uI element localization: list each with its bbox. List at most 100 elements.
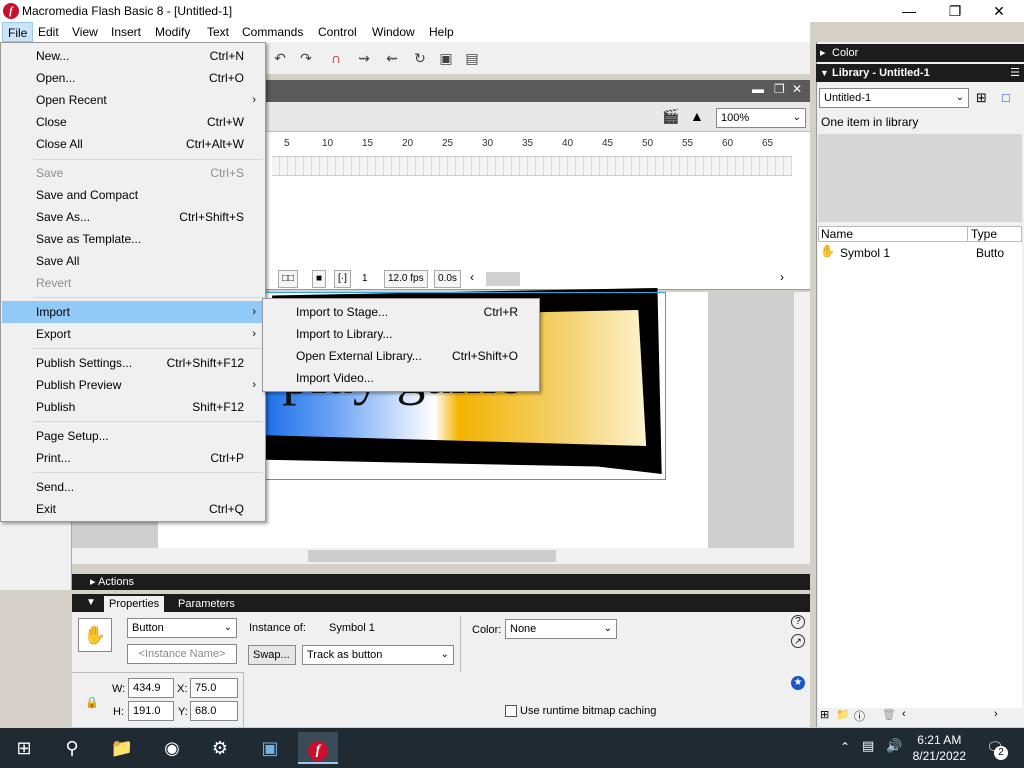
accessibility-icon[interactable]: ★ [791, 676, 805, 690]
smooth-icon[interactable]: ⇝ [354, 48, 374, 68]
settings-gear-icon[interactable]: ⚙ [200, 732, 240, 764]
align-icon[interactable]: ▤ [462, 48, 482, 68]
menu-control[interactable]: Control [313, 22, 362, 42]
search-icon[interactable]: ⚲ [52, 732, 92, 764]
stage-vscroll[interactable] [794, 292, 810, 548]
menu-commands[interactable]: Commands [237, 22, 308, 42]
chevron-up-icon[interactable]: ⌃ [840, 740, 850, 754]
list-item[interactable]: ✋ Symbol 1 Butto [818, 244, 1018, 262]
new-symbol-icon[interactable]: ⊞ [820, 708, 829, 721]
menu-window[interactable]: Window [367, 22, 420, 42]
menu-item-page-setup[interactable]: Page Setup... [2, 425, 264, 447]
menu-item-save-as-template[interactable]: Save as Template... [2, 228, 264, 250]
height-input[interactable]: 191.0 [128, 701, 174, 721]
help-icon[interactable]: ? [791, 615, 805, 629]
menu-item-send[interactable]: Send... [2, 476, 264, 498]
chrome-icon[interactable]: ◉ [152, 732, 192, 764]
menu-item-open[interactable]: Open... Ctrl+O [2, 67, 264, 89]
menu-item-save-all[interactable]: Save All [2, 250, 264, 272]
file-explorer-icon[interactable]: 📁 [102, 732, 142, 764]
scroll-right-icon[interactable]: › [994, 708, 998, 720]
panel-options-icon[interactable]: ☰ [1010, 64, 1020, 82]
library-document-select[interactable]: Untitled-1 ⌄ [819, 88, 969, 108]
onion-skin-icon[interactable]: ■ [312, 270, 327, 288]
menu-item-publish-preview[interactable]: Publish Preview › [2, 374, 264, 396]
menu-item-close-all[interactable]: Close All Ctrl+Alt+W [2, 133, 264, 155]
rotate-icon[interactable]: ↻ [410, 48, 430, 68]
zoom-select[interactable]: 100% ⌄ [716, 108, 806, 128]
track-select[interactable]: Track as button ⌄ [302, 645, 454, 665]
edit-in-place-icon[interactable]: ↗ [791, 634, 805, 648]
system-clock[interactable]: 6:21 AM 8/21/2022 [913, 732, 966, 764]
timeline-hscroll-thumb[interactable] [486, 272, 520, 286]
menu-item-save-and-compact[interactable]: Save and Compact [2, 184, 264, 206]
menu-text[interactable]: Text [202, 22, 234, 42]
menu-item-import-video[interactable]: Import Video... [264, 367, 538, 389]
scroll-left-icon[interactable]: ‹ [902, 708, 906, 720]
menu-item-open-recent[interactable]: Open Recent › [2, 89, 264, 111]
column-name[interactable]: Name [821, 227, 853, 241]
color-panel-header[interactable]: ▸ Color [816, 44, 1024, 62]
close-button[interactable]: ✕ [976, 0, 1022, 22]
tab-parameters[interactable]: Parameters [173, 596, 240, 612]
straighten-icon[interactable]: ⇜ [382, 48, 402, 68]
menu-item-open-external-library[interactable]: Open External Library... Ctrl+Shift+O [264, 345, 538, 367]
app-window-icon[interactable]: ▣ [250, 732, 290, 764]
undo-icon[interactable]: ↶ [270, 48, 290, 68]
network-icon[interactable]: ▤ [862, 738, 874, 754]
tab-properties[interactable]: Properties [104, 596, 165, 612]
new-library-panel-icon[interactable]: □ [1002, 90, 1010, 105]
stage-hscroll-thumb[interactable] [308, 550, 556, 562]
menu-item-import[interactable]: Import › [2, 301, 264, 323]
new-folder-icon[interactable]: 📁 [836, 708, 850, 721]
edit-scene-icon[interactable]: 🎬 [662, 108, 682, 128]
menu-modify[interactable]: Modify [150, 22, 195, 42]
timeline-frames[interactable] [272, 156, 792, 176]
menu-item-import-to-stage[interactable]: Import to Stage... Ctrl+R [264, 301, 538, 323]
collapse-icon[interactable]: ▬ [752, 82, 764, 96]
menu-file[interactable]: File [2, 22, 34, 42]
menu-item-exit[interactable]: Exit Ctrl+Q [2, 498, 264, 520]
actions-panel-header[interactable]: ▸ Actions [72, 574, 810, 590]
lock-icon[interactable]: 🔒 [85, 696, 99, 709]
center-frame-icon[interactable]: □□ [278, 270, 299, 288]
menu-insert[interactable]: Insert [106, 22, 146, 42]
menu-item-new[interactable]: New... Ctrl+N [2, 45, 264, 67]
bitmap-caching-checkbox[interactable] [505, 705, 517, 717]
width-input[interactable]: 434.9 [128, 678, 174, 698]
stage-hscroll[interactable] [72, 548, 810, 564]
library-panel-header[interactable]: ▼ Library - Untitled-1 ☰ [816, 64, 1024, 82]
symbol-type-select[interactable]: Button ⌄ [127, 618, 237, 638]
color-effect-select[interactable]: None ⌄ [505, 619, 617, 639]
menu-item-close[interactable]: Close Ctrl+W [2, 111, 264, 133]
restore-button[interactable]: ❐ [932, 0, 978, 22]
menu-help[interactable]: Help [424, 22, 459, 42]
flash-taskbar-icon[interactable]: f [298, 732, 338, 764]
menu-item-save-as[interactable]: Save As... Ctrl+Shift+S [2, 206, 264, 228]
scroll-left-icon[interactable]: ‹ [470, 270, 474, 284]
snap-magnet-icon[interactable]: ∩ [326, 48, 346, 68]
scale-icon[interactable]: ▣ [436, 48, 456, 68]
swap-button[interactable]: Swap... [248, 645, 296, 665]
edit-multiple-icon[interactable]: [·] [334, 270, 351, 288]
restore-doc-icon[interactable]: ❐ [774, 82, 785, 96]
minimize-button[interactable]: — [886, 0, 932, 22]
edit-symbols-icon[interactable]: ▲ [690, 108, 710, 128]
x-input[interactable]: 75.0 [190, 678, 238, 698]
collapse-arrow-icon[interactable]: ▼ [86, 597, 96, 608]
menu-item-publish[interactable]: Publish Shift+F12 [2, 396, 264, 418]
redo-icon[interactable]: ↷ [296, 48, 316, 68]
properties-icon[interactable]: ⓘ [854, 708, 865, 724]
menu-item-print[interactable]: Print... Ctrl+P [2, 447, 264, 469]
close-doc-icon[interactable]: ✕ [792, 82, 802, 96]
windows-start-icon[interactable]: ⊞ [4, 732, 44, 764]
y-input[interactable]: 68.0 [190, 701, 238, 721]
column-type[interactable]: Type [967, 227, 997, 241]
menu-edit[interactable]: Edit [33, 22, 64, 42]
menu-view[interactable]: View [67, 22, 103, 42]
scroll-right-icon[interactable]: › [780, 270, 784, 284]
pin-library-icon[interactable]: ⊞ [976, 90, 987, 106]
menu-item-import-to-library[interactable]: Import to Library... [264, 323, 538, 345]
menu-item-export[interactable]: Export › [2, 323, 264, 345]
delete-icon[interactable]: 🗑 [882, 708, 896, 721]
